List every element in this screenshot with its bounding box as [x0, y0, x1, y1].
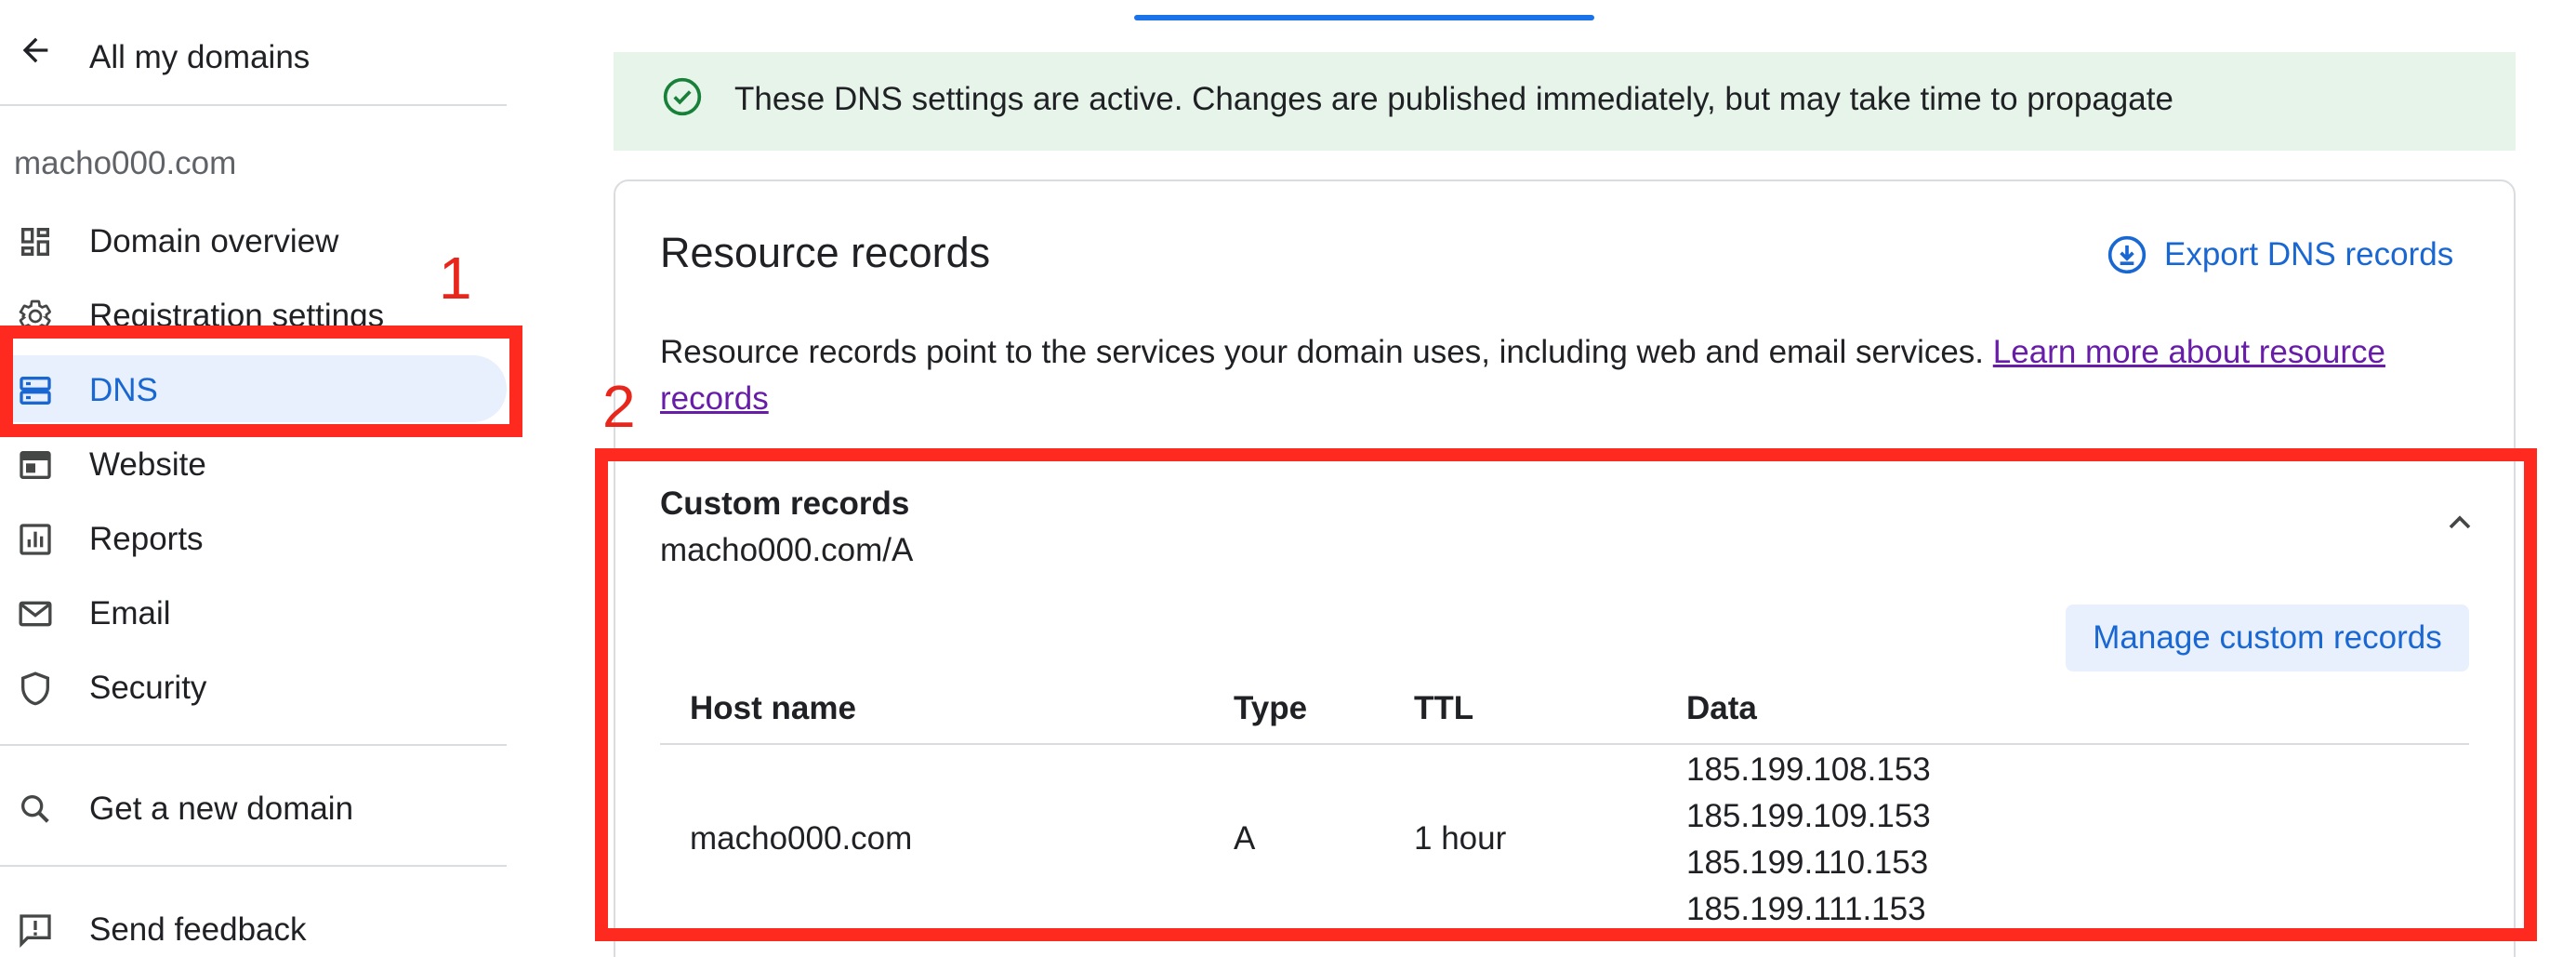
sidebar-item-label: Reports: [89, 521, 204, 557]
sidebar-item-domain-overview[interactable]: Domain overview: [0, 206, 507, 273]
get-new-domain-link[interactable]: Get a new domain: [0, 774, 507, 841]
annotation-number-1: 1: [439, 245, 472, 312]
sidebar-item-label: Website: [89, 446, 206, 483]
search-icon: [21, 795, 49, 823]
arrow-back-icon: [22, 37, 48, 63]
feedback-icon: [20, 914, 51, 949]
annotation-box-2: [595, 448, 2537, 941]
sidebar-divider: [0, 744, 507, 746]
dashboard-icon: [21, 228, 49, 256]
dns-active-banner: These DNS settings are active. Changes a…: [614, 52, 2516, 151]
current-domain: macho000.com: [14, 145, 237, 181]
banner-text: These DNS settings are active. Changes a…: [734, 81, 2173, 117]
sidebar-item-label: Security: [89, 670, 207, 706]
annotation-number-2: 2: [602, 373, 636, 440]
export-label: Export DNS records: [2164, 236, 2454, 272]
export-dns-records-button[interactable]: Export DNS records: [2107, 229, 2453, 281]
shield-icon: [21, 671, 49, 706]
sidebar-item-website[interactable]: Website: [0, 430, 507, 497]
sidebar-item-email[interactable]: Email: [0, 578, 507, 645]
sidebar-divider: [0, 104, 507, 106]
sidebar-item-label: Email: [89, 595, 171, 631]
send-feedback-label: Send feedback: [89, 911, 307, 948]
reports-icon: [20, 524, 51, 555]
download-icon: [2107, 235, 2147, 274]
mail-icon: [19, 601, 52, 627]
back-to-all-domains-link[interactable]: All my domains: [0, 13, 507, 78]
description-text: Resource records point to the services y…: [660, 334, 1985, 370]
sidebar-item-reports[interactable]: Reports: [0, 504, 507, 571]
annotation-box-1: [0, 326, 522, 437]
back-label: All my domains: [89, 39, 310, 75]
active-tab-indicator: [1134, 15, 1594, 20]
sidebar-divider: [0, 865, 507, 867]
sidebar-item-security[interactable]: Security: [0, 653, 507, 720]
card-description: Resource records point to the services y…: [660, 329, 2473, 422]
card-title: Resource records: [660, 229, 991, 276]
sidebar-item-label: Domain overview: [89, 223, 339, 259]
get-new-domain-label: Get a new domain: [89, 791, 354, 827]
check-circle-icon: [663, 77, 702, 116]
send-feedback-link[interactable]: Send feedback: [0, 895, 507, 957]
sidebar: All my domains macho000.com Domain overv…: [0, 0, 521, 957]
website-icon: [20, 451, 51, 479]
